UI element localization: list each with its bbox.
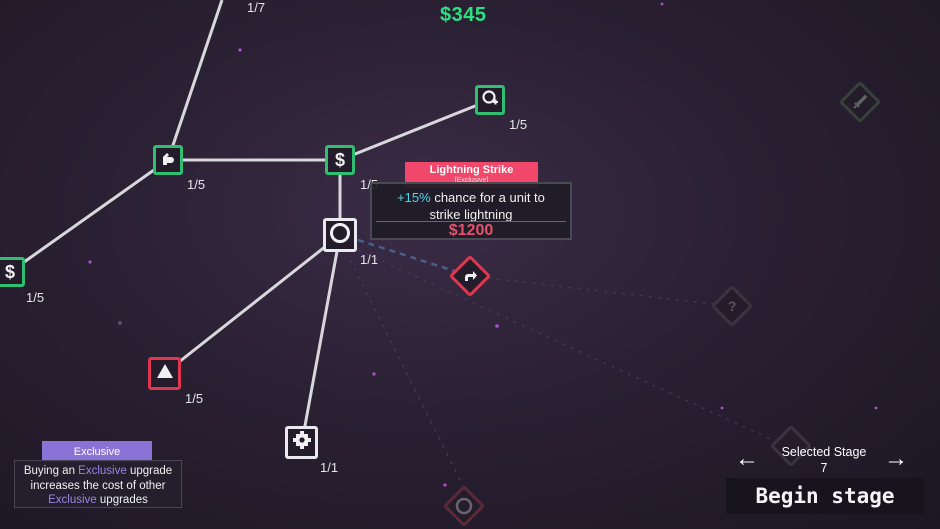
tooltip-highlight: +15% (397, 190, 431, 205)
tooltip-title: Lightning Strike (429, 164, 514, 176)
selected-stage-label: Selected Stage (781, 445, 867, 459)
link-dollar-search (339, 98, 491, 162)
node-level-top-left: 1/7 (247, 0, 266, 15)
begin-stage-button[interactable]: Begin stage (726, 478, 924, 514)
sword-icon (852, 94, 868, 110)
upgrade-node-triangle[interactable] (148, 357, 181, 390)
dollar-icon: $ (334, 149, 345, 170)
exclusive-legend: Buying an Exclusive upgrade increases th… (14, 460, 182, 508)
link-target-triangle (164, 233, 341, 375)
node-level-gear: 1/1 (320, 460, 339, 475)
triangle-icon (156, 362, 174, 385)
node-level-target: 1/1 (360, 252, 379, 267)
upgrade-node-search[interactable] (475, 85, 505, 115)
upgrade-node-target[interactable] (323, 218, 357, 252)
gear-icon (292, 430, 312, 455)
money-counter: $345 (440, 4, 487, 26)
tooltip-description: +15% chance for a unit to strike lightni… (372, 184, 570, 223)
selected-stage-number: 7 (820, 461, 828, 475)
dollar-icon: $ (4, 261, 15, 282)
upgrade-node-dollar-center[interactable]: $ (325, 145, 355, 175)
node-level-search: 1/5 (509, 117, 528, 132)
upgrade-node-dollar-left[interactable]: $ (0, 257, 25, 287)
node-level-dollar-left: 1/5 (26, 290, 45, 305)
fist-up-icon (159, 149, 177, 172)
question-icon: ? (727, 298, 737, 314)
legend-line-1: Buying an Exclusive upgrade (23, 465, 173, 477)
tooltip-price: $1200 (448, 222, 494, 239)
legend-line-2: increases the cost of other (30, 479, 166, 492)
ring-icon (329, 222, 351, 249)
magnify-plus-icon (481, 89, 499, 112)
node-level-triangle: 1/5 (185, 391, 204, 406)
link-fist-dollarleft (9, 158, 169, 274)
upgrade-node-gear[interactable] (285, 426, 318, 459)
tooltip-body: +15% chance for a unit to strike lightni… (370, 182, 572, 240)
next-stage-arrow-icon[interactable]: → (884, 447, 908, 471)
previous-stage-arrow-icon[interactable]: ← (735, 447, 759, 471)
link-target-gear (300, 234, 342, 443)
node-level-fist: 1/5 (187, 177, 206, 192)
link-top-fist (166, 0, 224, 161)
legend-line-3: Exclusive upgrades (48, 494, 148, 506)
redirect-arrow-icon (462, 268, 478, 284)
ring-icon (455, 497, 473, 515)
tooltip-description-text: chance for a unit to strike lightning (429, 190, 545, 222)
upgrade-node-fist[interactable] (153, 145, 183, 175)
